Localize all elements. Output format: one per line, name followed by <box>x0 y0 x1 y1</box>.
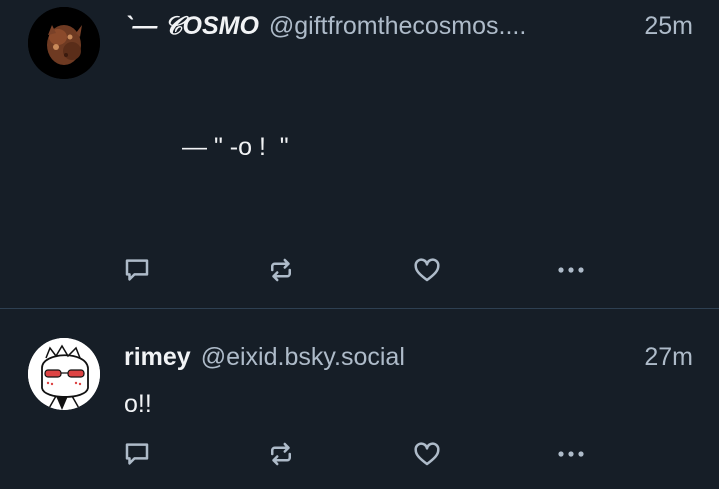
display-name[interactable]: rimey <box>124 342 191 372</box>
timestamp[interactable]: 27m <box>644 342 693 372</box>
post-text: o!! <box>124 390 152 418</box>
like-button[interactable] <box>410 437 444 471</box>
avatar[interactable] <box>28 338 100 410</box>
more-icon <box>558 267 584 273</box>
post-header: `— 𝒞OSMO @giftfromthecosmos.... 25m <box>124 11 693 41</box>
repost-button[interactable] <box>264 437 298 471</box>
post-header: rimey @eixid.bsky.social 27m <box>124 342 693 372</box>
avatar-image <box>28 7 100 79</box>
like-icon <box>414 258 440 282</box>
like-button[interactable] <box>410 253 444 287</box>
feed-post[interactable]: rimey @eixid.bsky.social 27m o!! <box>0 310 719 489</box>
avatar-image <box>28 338 100 410</box>
avatar[interactable] <box>28 7 100 79</box>
handle[interactable]: @giftfromthecosmos.... <box>269 11 526 41</box>
reply-icon <box>125 443 149 465</box>
more-icon <box>558 451 584 457</box>
reply-button[interactable] <box>120 437 154 471</box>
repost-icon <box>271 258 291 282</box>
reply-icon <box>125 259 149 281</box>
repost-icon <box>271 442 291 466</box>
timestamp[interactable]: 25m <box>644 11 693 41</box>
post-text: — " -o ! " <box>182 133 289 161</box>
more-button[interactable] <box>554 437 588 471</box>
repost-button[interactable] <box>264 253 298 287</box>
display-name[interactable]: `— 𝒞OSMO <box>124 11 259 41</box>
more-button[interactable] <box>554 253 588 287</box>
post-actions <box>120 253 600 287</box>
feed-post[interactable]: `— 𝒞OSMO @giftfromthecosmos.... 25m — " … <box>0 0 719 309</box>
handle[interactable]: @eixid.bsky.social <box>201 342 405 372</box>
reply-button[interactable] <box>120 253 154 287</box>
post-actions <box>120 437 600 471</box>
like-icon <box>414 442 440 466</box>
